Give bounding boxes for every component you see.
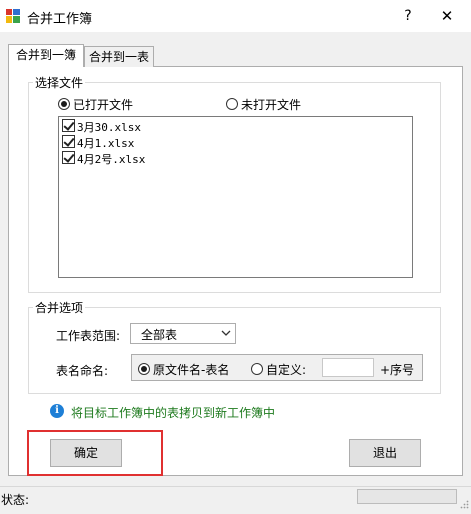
file-checkbox[interactable] <box>62 119 75 132</box>
select-file-group-title: 选择文件 <box>33 74 86 91</box>
file-name[interactable]: 4月2号.xlsx <box>77 151 145 167</box>
info-icon: i <box>50 404 64 418</box>
opened-files-label[interactable]: 已打开文件 <box>73 96 133 113</box>
custom-name-radio[interactable] <box>251 363 263 375</box>
opened-files-radio[interactable] <box>58 98 70 110</box>
chevron-down-icon <box>221 330 231 336</box>
original-name-label[interactable]: 原文件名-表名 <box>153 361 229 378</box>
status-label: 状态: <box>1 493 30 507</box>
size-grip-icon[interactable] <box>460 500 469 509</box>
tab-merge-to-sheet[interactable]: 合并到一表 <box>84 46 154 67</box>
file-name[interactable]: 3月30.xlsx <box>77 119 141 135</box>
sheet-range-select[interactable]: 全部表 <box>130 323 236 344</box>
sheet-range-value: 全部表 <box>141 328 178 342</box>
help-button[interactable]: ? <box>398 6 418 26</box>
status-progress-bar <box>357 489 457 504</box>
sheet-range-label: 工作表范围: <box>56 329 121 343</box>
close-button[interactable]: ✕ <box>436 6 458 26</box>
original-name-radio[interactable] <box>138 363 150 375</box>
custom-name-input[interactable] <box>322 358 374 377</box>
file-checkbox[interactable] <box>62 135 75 148</box>
file-name[interactable]: 4月1.xlsx <box>77 135 134 151</box>
file-checkbox[interactable] <box>62 151 75 164</box>
naming-label: 表名命名: <box>56 364 109 378</box>
window-title: 合并工作簿 <box>27 12 93 27</box>
unopened-files-radio[interactable] <box>226 98 238 110</box>
info-text: 将目标工作簿中的表拷贝到新工作簿中 <box>71 406 276 420</box>
confirm-button[interactable]: 确定 <box>50 439 122 467</box>
tab-merge-to-workbook[interactable]: 合并到一簿 <box>8 44 84 67</box>
exit-button[interactable]: 退出 <box>349 439 421 467</box>
unopened-files-label[interactable]: 未打开文件 <box>241 96 301 113</box>
app-icon <box>6 9 20 23</box>
serial-suffix-label: +序号 <box>380 363 415 377</box>
custom-name-label[interactable]: 自定义: <box>266 361 306 378</box>
merge-options-group-title: 合并选项 <box>33 299 86 316</box>
